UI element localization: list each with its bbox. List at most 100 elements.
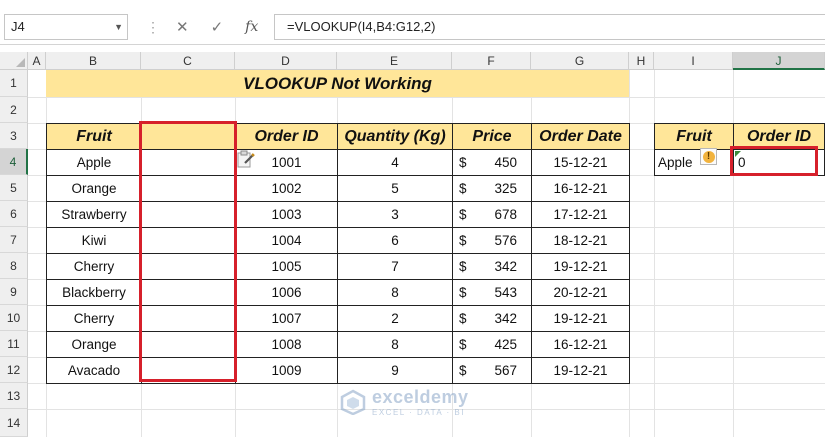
cell-order-id[interactable]: 1005 bbox=[235, 253, 338, 280]
lookup-fruit-cell[interactable]: Apple bbox=[654, 149, 734, 176]
column-header-g[interactable]: G bbox=[531, 52, 629, 70]
currency-symbol: $ bbox=[459, 285, 467, 300]
price-value: 576 bbox=[494, 233, 517, 248]
row-header-1[interactable]: 1 bbox=[0, 70, 28, 97]
price-value: 325 bbox=[494, 181, 517, 196]
cell-order-date[interactable]: 16-12-21 bbox=[531, 331, 630, 358]
row-header-3[interactable]: 3 bbox=[0, 123, 28, 149]
cell-quantity[interactable]: 7 bbox=[337, 253, 453, 280]
cell-fruit[interactable]: Strawberry bbox=[46, 201, 142, 228]
cell-order-date[interactable]: 20-12-21 bbox=[531, 279, 630, 306]
cell-quantity[interactable]: 8 bbox=[337, 279, 453, 306]
cell-fruit[interactable]: Orange bbox=[46, 331, 142, 358]
name-box-value: J4 bbox=[11, 19, 25, 34]
cell-fruit[interactable]: Avacado bbox=[46, 357, 142, 384]
currency-symbol: $ bbox=[459, 311, 467, 326]
cell-quantity[interactable]: 3 bbox=[337, 201, 453, 228]
highlight-empty-column bbox=[139, 121, 237, 382]
cell-price[interactable]: $342 bbox=[452, 305, 532, 332]
price-value: 567 bbox=[494, 363, 517, 378]
cell-order-id[interactable]: 1007 bbox=[235, 305, 338, 332]
error-warning-icon[interactable]: ! bbox=[700, 148, 717, 165]
cell-order-id[interactable]: 1009 bbox=[235, 357, 338, 384]
cell-quantity[interactable]: 5 bbox=[337, 175, 453, 202]
row-header-14[interactable]: 14 bbox=[0, 409, 28, 437]
cell-quantity[interactable]: 8 bbox=[337, 331, 453, 358]
header-quantity[interactable]: Quantity (Kg) bbox=[337, 123, 453, 150]
currency-symbol: $ bbox=[459, 337, 467, 352]
cell-fruit[interactable]: Apple bbox=[46, 149, 142, 176]
price-value: 425 bbox=[494, 337, 517, 352]
dropdown-arrow-icon[interactable]: ▼ bbox=[114, 15, 123, 39]
column-header-a[interactable]: A bbox=[28, 52, 46, 70]
column-header-h[interactable]: H bbox=[629, 52, 654, 70]
cell-price[interactable]: $325 bbox=[452, 175, 532, 202]
cell-price[interactable]: $425 bbox=[452, 331, 532, 358]
cell-order-id[interactable]: 1003 bbox=[235, 201, 338, 228]
cell-order-date[interactable]: 19-12-21 bbox=[531, 357, 630, 384]
price-value: 543 bbox=[494, 285, 517, 300]
row-header-11[interactable]: 11 bbox=[0, 331, 28, 357]
price-value: 450 bbox=[494, 155, 517, 170]
select-all-corner[interactable] bbox=[0, 52, 28, 70]
column-header-b[interactable]: B bbox=[46, 52, 141, 70]
cell-order-date[interactable]: 19-12-21 bbox=[531, 305, 630, 332]
cell-price[interactable]: $342 bbox=[452, 253, 532, 280]
cell-order-date[interactable]: 18-12-21 bbox=[531, 227, 630, 254]
cell-order-date[interactable]: 16-12-21 bbox=[531, 175, 630, 202]
row-header-4[interactable]: 4 bbox=[0, 149, 28, 175]
cell-order-date[interactable]: 17-12-21 bbox=[531, 201, 630, 228]
cell-order-id[interactable]: 1006 bbox=[235, 279, 338, 306]
column-header-e[interactable]: E bbox=[337, 52, 452, 70]
row-header-9[interactable]: 9 bbox=[0, 279, 28, 305]
column-header-d[interactable]: D bbox=[235, 52, 337, 70]
cell-fruit[interactable]: Cherry bbox=[46, 305, 142, 332]
cell-order-date[interactable]: 15-12-21 bbox=[531, 149, 630, 176]
name-box[interactable]: J4 ▼ bbox=[4, 14, 128, 40]
cell-quantity[interactable]: 9 bbox=[337, 357, 453, 384]
cell-price[interactable]: $567 bbox=[452, 357, 532, 384]
header-price[interactable]: Price bbox=[452, 123, 532, 150]
row-header-2[interactable]: 2 bbox=[0, 97, 28, 123]
row-header-6[interactable]: 6 bbox=[0, 201, 28, 227]
column-header-f[interactable]: F bbox=[452, 52, 531, 70]
cell-quantity[interactable]: 2 bbox=[337, 305, 453, 332]
cell-fruit[interactable]: Blackberry bbox=[46, 279, 142, 306]
function-icon[interactable]: fx bbox=[245, 19, 258, 35]
row-header-5[interactable]: 5 bbox=[0, 175, 28, 201]
cell-quantity[interactable]: 6 bbox=[337, 227, 453, 254]
row-header-7[interactable]: 7 bbox=[0, 227, 28, 253]
cell-order-id[interactable]: 1008 bbox=[235, 331, 338, 358]
cell-quantity[interactable]: 4 bbox=[337, 149, 453, 176]
row-header-12[interactable]: 12 bbox=[0, 357, 28, 383]
header-order-id[interactable]: Order ID bbox=[235, 123, 338, 150]
cell-fruit[interactable]: Orange bbox=[46, 175, 142, 202]
row-header-10[interactable]: 10 bbox=[0, 305, 28, 331]
lookup-header-fruit[interactable]: Fruit bbox=[654, 123, 734, 150]
column-header-j[interactable]: J bbox=[733, 52, 825, 70]
header-fruit[interactable]: Fruit bbox=[46, 123, 142, 150]
cell-order-id[interactable]: 1002 bbox=[235, 175, 338, 202]
sheet-title[interactable]: VLOOKUP Not Working bbox=[46, 70, 629, 97]
cell-price[interactable]: $678 bbox=[452, 201, 532, 228]
paste-options-icon[interactable] bbox=[237, 150, 255, 168]
enter-icon[interactable]: ✓ bbox=[211, 18, 224, 36]
row-header-8[interactable]: 8 bbox=[0, 253, 28, 279]
watermark-logo-icon bbox=[340, 389, 366, 415]
formula-input[interactable]: =VLOOKUP(I4,B4:G12,2) bbox=[274, 14, 825, 40]
cancel-icon[interactable]: ✕ bbox=[176, 18, 189, 36]
cell-fruit[interactable]: Kiwi bbox=[46, 227, 142, 254]
row-header-13[interactable]: 13 bbox=[0, 383, 28, 409]
cell-order-id[interactable]: 1004 bbox=[235, 227, 338, 254]
cell-order-date[interactable]: 19-12-21 bbox=[531, 253, 630, 280]
separator-icon: ⋮ bbox=[146, 18, 160, 35]
cell-price[interactable]: $576 bbox=[452, 227, 532, 254]
cell-fruit[interactable]: Cherry bbox=[46, 253, 142, 280]
column-header-i[interactable]: I bbox=[654, 52, 733, 70]
cell-price[interactable]: $543 bbox=[452, 279, 532, 306]
watermark-tagline: EXCEL · DATA · BI bbox=[372, 408, 465, 417]
cell-price[interactable]: $450 bbox=[452, 149, 532, 176]
header-order-date[interactable]: Order Date bbox=[531, 123, 630, 150]
currency-symbol: $ bbox=[459, 233, 467, 248]
column-header-c[interactable]: C bbox=[141, 52, 235, 70]
